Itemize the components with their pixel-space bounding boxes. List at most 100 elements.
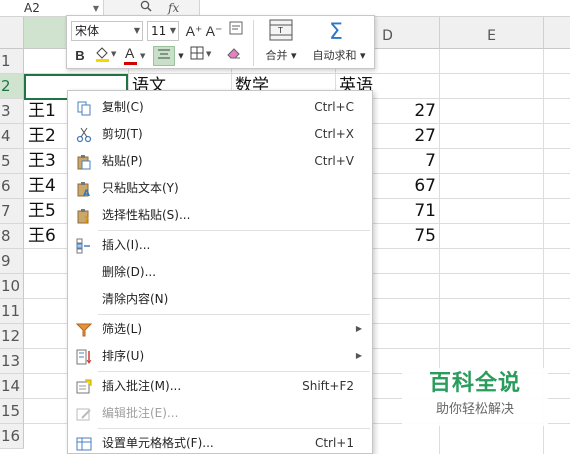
menu-item-paste-special[interactable]: ? 选择性粘贴(S)... xyxy=(68,202,372,228)
menu-item-insert-comment[interactable]: 插入批注(M)... Shift+F2 xyxy=(68,373,372,399)
menu-item-label: 插入批注(M)... xyxy=(102,379,182,393)
menu-separator xyxy=(98,371,370,372)
wrap-text-icon[interactable] xyxy=(227,21,245,41)
chevron-right-icon: ▶ xyxy=(355,351,362,360)
paste-text-icon: A xyxy=(76,180,92,199)
row-header-10[interactable]: 10 xyxy=(0,274,24,299)
font-color-swatch xyxy=(124,62,137,65)
menu-item-shortcut: Ctrl+C xyxy=(314,100,354,114)
menu-item-edit-comment[interactable]: 编辑批注(E)... xyxy=(68,400,372,426)
borders-button[interactable]: ▼ xyxy=(189,46,215,66)
menu-item-paste-text[interactable]: A 只粘贴文本(Y) xyxy=(68,175,372,201)
font-color-button[interactable]: A ▼ xyxy=(123,45,149,66)
menu-item-clear-contents[interactable]: 清除内容(N) xyxy=(68,286,372,312)
row-header-14[interactable]: 14 xyxy=(0,374,24,399)
shrink-font-button[interactable]: A⁻ xyxy=(205,21,223,41)
menu-item-label: 选择性粘贴(S)... xyxy=(102,208,191,222)
menu-item-filter[interactable]: 筛选(L) ▶ xyxy=(68,316,372,342)
row-header-8[interactable]: 8 xyxy=(0,224,24,249)
svg-text:A: A xyxy=(83,189,90,197)
row-header-15[interactable]: 15 xyxy=(0,399,24,424)
paste-icon xyxy=(76,153,92,170)
context-menu: 复制(C) Ctrl+C 剪切(T) Ctrl+X 粘贴(P) Ctrl+V A… xyxy=(67,90,373,454)
column-header-e[interactable]: E xyxy=(440,17,544,49)
chevron-right-icon: ▶ xyxy=(355,324,362,333)
autosum-label: 自动求和 xyxy=(312,49,357,62)
menu-item-label: 删除(D)... xyxy=(102,265,157,279)
menu-item-label: 筛选(L) xyxy=(102,322,143,336)
menu-separator xyxy=(98,230,370,231)
menu-item-label: 设置单元格格式(F)... xyxy=(102,436,214,450)
menu-item-shortcut: Ctrl+X xyxy=(314,127,354,141)
mini-toolbar: 宋体 ▼ 11 ▼ A⁺ A⁻ B ▼ A ▼ ▼ ▼ T 合并 ▾ Σ 自动求… xyxy=(66,15,375,69)
merge-label: 合并 xyxy=(265,49,288,62)
menu-item-label: 粘贴(P) xyxy=(102,154,143,168)
row-header-16[interactable]: 16 xyxy=(0,424,24,449)
row-header-9[interactable]: 9 xyxy=(0,249,24,274)
watermark-logo: 百科全说 助你轻松解决 xyxy=(402,368,548,426)
menu-item-copy[interactable]: 复制(C) Ctrl+C xyxy=(68,94,372,120)
paste-special-icon: ? xyxy=(76,207,92,226)
row-header-12[interactable]: 12 xyxy=(0,324,24,349)
font-size-value: 11 xyxy=(151,24,167,38)
menu-item-sort[interactable]: 排序(U) ▶ xyxy=(68,343,372,369)
menu-item-shortcut: Ctrl+V xyxy=(314,154,354,168)
row-header-1[interactable]: 1 xyxy=(0,49,24,74)
eraser-icon[interactable] xyxy=(223,46,245,66)
menu-item-paste[interactable]: 粘贴(P) Ctrl+V xyxy=(68,148,372,174)
svg-text:?: ? xyxy=(84,216,89,224)
row-header-3[interactable]: 3 xyxy=(0,99,24,124)
font-name-select[interactable]: 宋体 ▼ xyxy=(71,21,143,41)
chevron-down-icon[interactable]: ▼ xyxy=(177,46,185,66)
menu-item-cut[interactable]: 剪切(T) Ctrl+X xyxy=(68,121,372,147)
menu-item-insert[interactable]: 插入(I)... xyxy=(68,232,372,258)
row-header-7[interactable]: 7 xyxy=(0,199,24,224)
bold-button[interactable]: B xyxy=(71,46,89,66)
svg-text:Σ: Σ xyxy=(329,20,343,41)
menu-item-label: 插入(I)... xyxy=(102,238,151,252)
svg-text:▼: ▼ xyxy=(111,50,117,58)
row-header-4[interactable]: 4 xyxy=(0,124,24,149)
menu-item-shortcut: Shift+F2 xyxy=(302,379,354,393)
merge-cells-icon: T xyxy=(269,19,293,41)
font-size-select[interactable]: 11 ▼ xyxy=(147,21,179,41)
sort-icon xyxy=(76,348,92,365)
svg-text:▼: ▼ xyxy=(206,50,212,58)
sigma-icon: Σ xyxy=(329,20,343,45)
menu-item-label: 排序(U) xyxy=(102,349,145,363)
fill-color-button[interactable]: ▼ xyxy=(93,46,119,66)
watermark-subtitle: 助你轻松解决 xyxy=(435,402,514,417)
autosum-button[interactable]: Σ 自动求和 ▾ xyxy=(307,19,371,63)
menu-item-format-cells[interactable]: 设置单元格格式(F)... Ctrl+1 xyxy=(68,430,372,454)
row-header-13[interactable]: 13 xyxy=(0,349,24,374)
filter-icon xyxy=(75,321,93,337)
menu-item-delete[interactable]: 删除(D)... xyxy=(68,259,372,285)
align-center-button[interactable] xyxy=(153,46,175,66)
svg-text:T: T xyxy=(277,26,283,35)
insert-icon xyxy=(76,237,92,254)
row-header-2[interactable]: 2 xyxy=(0,74,24,99)
menu-item-label: 清除内容(N) xyxy=(102,292,169,306)
format-cells-icon xyxy=(76,435,92,451)
grow-font-button[interactable]: A⁺ xyxy=(185,21,203,41)
chevron-down-icon: ▼ xyxy=(169,26,176,35)
menu-item-label: 编辑批注(E)... xyxy=(102,406,179,420)
menu-item-label: 只粘贴文本(Y) xyxy=(102,181,179,195)
font-name-value: 宋体 xyxy=(75,24,100,38)
row-header-5[interactable]: 5 xyxy=(0,149,24,174)
select-all-corner[interactable] xyxy=(0,17,24,49)
chevron-down-icon: ▼ xyxy=(133,26,140,35)
merge-cells-button[interactable]: T 合并 ▾ xyxy=(259,19,303,63)
chevron-down-icon: ▼ xyxy=(140,52,146,60)
toolbar-separator xyxy=(253,20,254,66)
copy-icon xyxy=(76,99,92,116)
menu-separator xyxy=(98,428,370,429)
scissors-icon xyxy=(76,126,92,143)
row-header-11[interactable]: 11 xyxy=(0,299,24,324)
column-header-f[interactable] xyxy=(544,17,570,49)
edit-comment-icon xyxy=(76,405,92,421)
menu-item-label: 剪切(T) xyxy=(102,127,143,141)
watermark-title: 百科全说 xyxy=(428,371,521,396)
row-header-6[interactable]: 6 xyxy=(0,174,24,199)
comment-icon xyxy=(76,378,92,394)
